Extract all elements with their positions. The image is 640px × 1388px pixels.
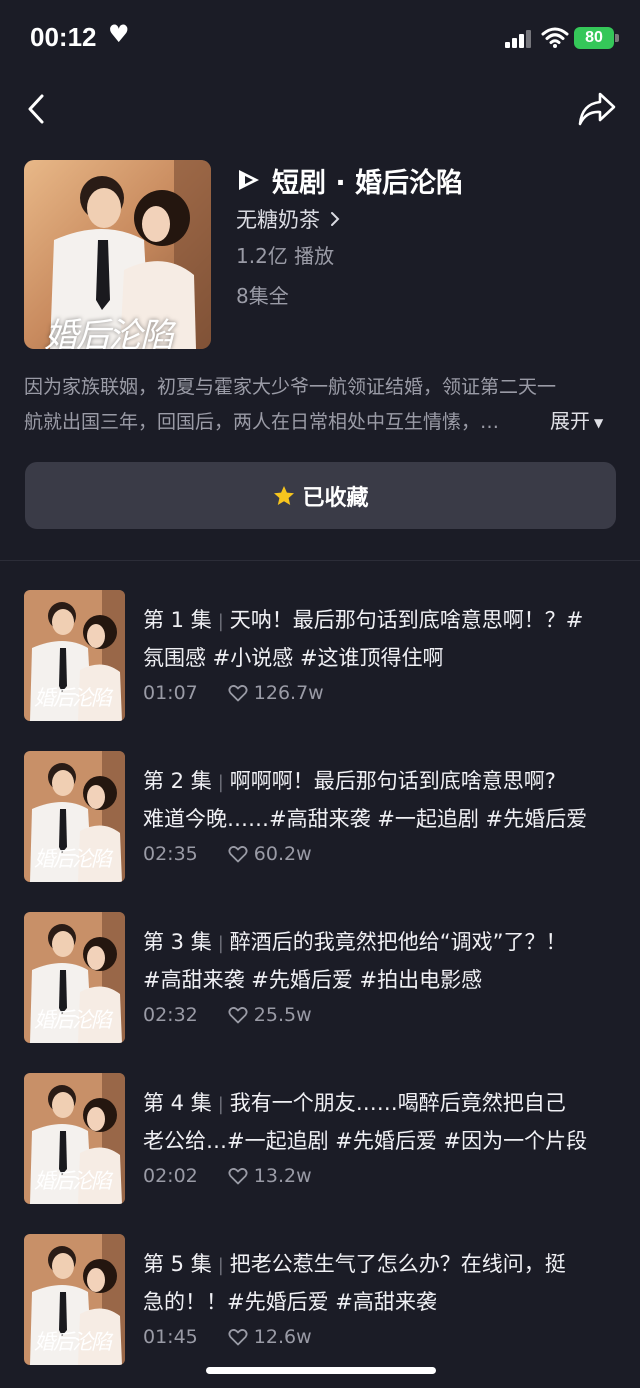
episode-item[interactable]: 婚后沦陷 第 1 集 | 天呐！最后那句话到底啥意思啊！？# 氛围感 #小说感 #这…	[0, 590, 640, 722]
episode-duration: 01:45	[143, 1326, 198, 1348]
section-divider	[0, 560, 640, 561]
home-indicator[interactable]	[206, 1367, 436, 1374]
collect-label: 已收藏	[302, 485, 369, 511]
cover-title-art: 婚后沦陷	[44, 316, 174, 349]
episode-title: 第 1 集 | 天呐！最后那句话到底啥意思啊！？# 氛围感 #小说感 #这谁顶得住啊	[143, 602, 628, 676]
episode-likes: 13.2w	[253, 1165, 312, 1187]
share-icon[interactable]	[576, 90, 618, 128]
drama-title-row: 短剧 · 婚后沦陷	[236, 160, 463, 200]
play-count: 1.2亿 播放	[236, 244, 335, 268]
episode-meta: 02:32 25.5w	[143, 1004, 312, 1026]
episode-duration: 02:32	[143, 1004, 198, 1026]
episode-title-line: 我有一个朋友……喝醉后竟然把自己	[229, 1091, 566, 1115]
caret-down-icon: ▼	[594, 415, 604, 430]
episode-title-line: 醉酒后的我竟然把他给“调戏”了？！	[229, 930, 567, 954]
episode-number: 第 3 集	[143, 930, 212, 954]
heart-icon	[228, 1329, 248, 1346]
episode-thumbnail: 婚后沦陷	[24, 751, 125, 882]
status-bar: 00:12 ♥ 80	[0, 0, 640, 78]
heart-icon	[228, 1168, 248, 1185]
battery-icon: 80	[574, 27, 614, 49]
nav-bar	[0, 78, 640, 138]
thumbnail-title-art: 婚后沦陷	[34, 686, 112, 710]
short-drama-logo-icon	[239, 170, 259, 190]
episode-duration: 02:02	[143, 1165, 198, 1187]
episode-thumbnail: 婚后沦陷	[24, 590, 125, 721]
episode-likes: 12.6w	[253, 1326, 312, 1348]
episode-meta: 01:45 12.6w	[143, 1326, 312, 1348]
episode-title-line: 氛围感 #小说感 #这谁顶得住啊	[143, 646, 444, 670]
episode-number: 第 4 集	[143, 1091, 212, 1115]
collect-button[interactable]: 已收藏	[25, 462, 616, 529]
episode-meta: 02:02 13.2w	[143, 1165, 312, 1187]
heart-status-icon: ♥	[108, 20, 130, 48]
chevron-right-icon	[331, 212, 340, 226]
episode-thumbnail: 婚后沦陷	[24, 1073, 125, 1204]
episode-title-line: 啊啊啊！最后那句话到底啥意思啊?	[229, 769, 556, 793]
episode-title-line: 急的！！#先婚后爱 #高甜来袭	[143, 1290, 437, 1314]
heart-icon	[228, 1007, 248, 1024]
episode-item[interactable]: 婚后沦陷 第 2 集 | 啊啊啊！最后那句话到底啥意思啊? 难道今晚……#高甜来袭 …	[0, 751, 640, 883]
episode-count: 8集全	[236, 284, 289, 308]
description-line: 因为家族联姻，初夏与霍家大少爷一航领证结婚，领证第二天一	[24, 376, 557, 398]
description-line: 航就出国三年，回国后，两人在日常相处中互生情愫，…	[24, 411, 500, 433]
drama-description: 因为家族联姻，初夏与霍家大少爷一航领证结婚，领证第二天一 航就出国三年，回国后，…	[24, 370, 614, 440]
heart-icon	[228, 846, 248, 863]
episode-meta: 02:35 60.2w	[143, 843, 312, 865]
episode-title-line: 难道今晚……#高甜来袭 #一起追剧 #先婚后爱	[143, 807, 588, 831]
episode-number: 第 5 集	[143, 1252, 212, 1276]
thumbnail-title-art: 婚后沦陷	[34, 847, 112, 871]
thumbnail-title-art: 婚后沦陷	[34, 1008, 112, 1032]
expand-button[interactable]: 展开 ▼	[550, 405, 603, 434]
episode-thumbnail: 婚后沦陷	[24, 912, 125, 1043]
episode-title-line: 老公给…#一起追剧 #先婚后爱 #因为一个片段	[143, 1129, 588, 1153]
episode-item[interactable]: 婚后沦陷 第 4 集 | 我有一个朋友……喝醉后竟然把自己 老公给…#一起追剧 #先…	[0, 1073, 640, 1205]
wifi-icon	[541, 27, 569, 48]
episode-likes: 25.5w	[253, 1004, 312, 1026]
battery-cap	[615, 34, 619, 42]
episode-likes: 126.7w	[253, 682, 324, 704]
expand-label: 展开	[550, 409, 590, 433]
drama-title: 短剧 · 婚后沦陷	[272, 167, 464, 199]
episode-meta: 01:07 126.7w	[143, 682, 324, 704]
episode-number: 第 2 集	[143, 769, 212, 793]
episode-title-line: 把老公惹生气了怎么办？在线问，挺	[229, 1252, 566, 1276]
cellular-signal-icon	[505, 28, 535, 48]
episode-title-line: 天呐！最后那句话到底啥意思啊！？#	[229, 608, 584, 632]
episode-duration: 02:35	[143, 843, 198, 865]
episode-title: 第 4 集 | 我有一个朋友……喝醉后竟然把自己 老公给…#一起追剧 #先婚后爱 #…	[143, 1085, 628, 1159]
episode-item[interactable]: 婚后沦陷 第 3 集 | 醉酒后的我竟然把他给“调戏”了？！ #高甜来袭 #先婚后爱…	[0, 912, 640, 1044]
back-icon[interactable]	[22, 92, 52, 126]
episode-title: 第 2 集 | 啊啊啊！最后那句话到底啥意思啊? 难道今晚……#高甜来袭 #一起追剧…	[143, 763, 628, 837]
author-link[interactable]: 无糖奶茶	[236, 204, 340, 234]
episode-number: 第 1 集	[143, 608, 212, 632]
star-icon	[274, 485, 295, 505]
episode-thumbnail: 婚后沦陷	[24, 1234, 125, 1365]
episode-duration: 01:07	[143, 682, 198, 704]
heart-icon	[228, 685, 248, 702]
status-time: 00:12	[30, 22, 97, 52]
episode-title: 第 5 集 | 把老公惹生气了怎么办？在线问，挺 急的！！#先婚后爱 #高甜来袭	[143, 1246, 628, 1320]
episode-title-line: #高甜来袭 #先婚后爱 #拍出电影感	[143, 968, 483, 992]
drama-cover-image[interactable]: 婚后沦陷	[24, 160, 211, 349]
thumbnail-title-art: 婚后沦陷	[34, 1169, 112, 1193]
episode-item[interactable]: 婚后沦陷 第 5 集 | 把老公惹生气了怎么办？在线问，挺 急的！！#先婚后爱 #高…	[0, 1234, 640, 1366]
thumbnail-title-art: 婚后沦陷	[34, 1330, 112, 1354]
episode-likes: 60.2w	[253, 843, 312, 865]
author-name: 无糖奶茶	[236, 208, 320, 232]
episode-title: 第 3 集 | 醉酒后的我竟然把他给“调戏”了？！ #高甜来袭 #先婚后爱 #拍出电…	[143, 924, 628, 998]
